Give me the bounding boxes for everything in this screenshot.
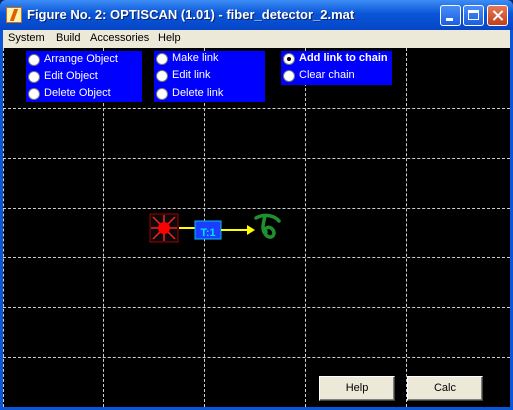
transmission-node[interactable]: T:1 bbox=[194, 220, 222, 240]
maximize-button[interactable] bbox=[463, 5, 484, 26]
light-source-icon[interactable] bbox=[149, 213, 179, 243]
menu-build[interactable]: Build bbox=[56, 32, 80, 44]
menu-help[interactable]: Help bbox=[158, 32, 181, 44]
menu-bar: System Build Accessories Help bbox=[3, 30, 510, 48]
app-window: Figure No. 2: OPTISCAN (1.01) - fiber_de… bbox=[0, 0, 513, 410]
menu-accessories[interactable]: Accessories bbox=[90, 32, 149, 44]
close-button[interactable] bbox=[487, 5, 508, 26]
window-title: Figure No. 2: OPTISCAN (1.01) - fiber_de… bbox=[27, 7, 355, 22]
node-label: T:1 bbox=[200, 227, 215, 239]
calc-button[interactable]: Calc bbox=[407, 376, 483, 401]
help-button[interactable]: Help bbox=[319, 376, 395, 401]
fiber-detector-icon[interactable] bbox=[254, 213, 281, 239]
optical-chain-diagram: T:1 bbox=[149, 213, 281, 243]
matlab-icon[interactable] bbox=[6, 7, 22, 23]
minimize-button[interactable] bbox=[440, 5, 461, 26]
arrow-head-icon bbox=[247, 225, 255, 235]
figure-canvas[interactable]: Arrange Object Edit Object Delete Object… bbox=[3, 48, 510, 407]
menu-system[interactable]: System bbox=[8, 32, 45, 44]
title-bar[interactable]: Figure No. 2: OPTISCAN (1.01) - fiber_de… bbox=[0, 0, 513, 30]
